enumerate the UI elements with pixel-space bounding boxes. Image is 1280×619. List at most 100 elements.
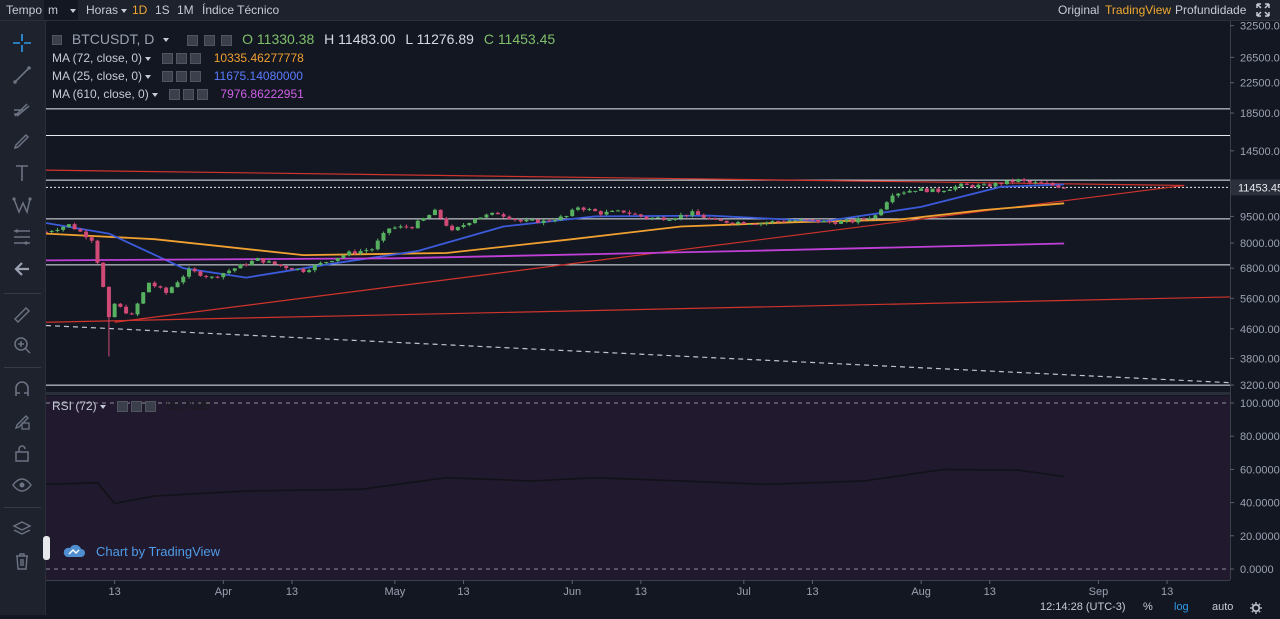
fib-icon[interactable] <box>8 223 36 251</box>
interval-1d-button[interactable]: 1D <box>132 0 147 20</box>
candle-body <box>919 188 924 191</box>
brush-icon[interactable] <box>8 127 36 155</box>
close-icon[interactable] <box>145 401 157 413</box>
eye-icon[interactable] <box>8 471 36 499</box>
settings-icon[interactable] <box>204 34 216 46</box>
price-axis-label: 9500.00 <box>1240 211 1280 223</box>
candle-body <box>169 287 174 293</box>
candle-body <box>318 262 323 266</box>
trash-icon[interactable] <box>8 547 36 575</box>
lock-icon[interactable] <box>8 439 36 467</box>
candle-body <box>581 207 586 210</box>
candle-body <box>1022 179 1027 181</box>
candle-body <box>307 270 312 273</box>
collapse-icon[interactable] <box>52 35 62 46</box>
pattern-icon[interactable] <box>8 191 36 219</box>
stay-in-drawing-icon[interactable] <box>8 407 36 435</box>
pane-resize-handle[interactable] <box>43 536 50 560</box>
magnet-icon[interactable] <box>8 375 36 403</box>
candle-body <box>993 182 998 187</box>
candle-body <box>181 276 186 283</box>
zoom-in-icon[interactable] <box>8 331 36 359</box>
ma72-legend[interactable]: MA (72, close, 0) 10335.46277778 <box>52 50 304 66</box>
view-original-button[interactable]: Original <box>1058 0 1099 20</box>
eye-toggle-icon[interactable] <box>187 34 199 46</box>
candle-body <box>358 250 363 254</box>
ruler-icon[interactable] <box>8 301 36 329</box>
price-axis-label: 3200.00 <box>1240 380 1280 392</box>
rsi-legend[interactable]: RSI (72) 55.7085 <box>52 398 210 414</box>
candle-body <box>987 184 992 187</box>
rsi-axis-label: 40.0000 <box>1240 498 1280 510</box>
candle-body <box>255 258 260 261</box>
candle-body <box>106 286 111 318</box>
auto-toggle[interactable]: auto <box>1212 600 1233 615</box>
interval-1m-button[interactable]: 1M <box>177 0 194 20</box>
trend-line-icon[interactable] <box>8 61 36 89</box>
price-axis-label: 26500.00 <box>1240 52 1280 64</box>
crosshair-icon[interactable] <box>8 29 36 57</box>
candle-body <box>112 303 117 318</box>
candle-body <box>1039 182 1044 184</box>
eye-toggle-icon[interactable] <box>162 53 174 65</box>
close-icon[interactable] <box>197 89 209 101</box>
interval-dropdown[interactable]: m <box>44 0 78 20</box>
candle-body <box>244 264 249 266</box>
candle-body <box>381 232 386 241</box>
candle-body <box>564 216 569 218</box>
bottom-bar: 12:14:28 (UTC-3) % log auto <box>1030 600 1280 615</box>
candle-body <box>89 237 94 241</box>
candle-body <box>146 282 151 293</box>
settings-icon[interactable] <box>176 71 188 83</box>
chevron-down-icon[interactable] <box>163 38 170 43</box>
fullscreen-icon[interactable] <box>1256 0 1272 20</box>
candle-body <box>781 221 786 223</box>
candle-body <box>238 264 243 269</box>
candle-body <box>942 190 947 192</box>
candle-body <box>61 226 66 230</box>
hours-dropdown[interactable]: Horas <box>86 0 128 20</box>
candle-body <box>72 224 77 230</box>
indicators-button[interactable]: Índice Técnico <box>202 0 279 20</box>
price-chart[interactable]: 32500.00 26500.00 22500.00 18500.00 14500.00… <box>46 21 1280 615</box>
ma610-legend[interactable]: MA (610, close, 0) 7976.86222951 <box>52 86 304 102</box>
ma25-legend[interactable]: MA (25, close, 0) 11675.14080000 <box>52 68 303 84</box>
chevron-down-icon[interactable] <box>145 56 152 61</box>
candle-body <box>467 222 472 226</box>
view-tradingview-button[interactable]: TradingView <box>1105 0 1171 20</box>
settings-icon[interactable] <box>183 89 195 101</box>
eye-toggle-icon[interactable] <box>169 89 181 101</box>
chevron-down-icon[interactable] <box>151 92 158 97</box>
chevron-down-icon[interactable] <box>99 404 106 409</box>
percent-toggle[interactable]: % <box>1143 600 1153 615</box>
log-toggle[interactable]: log <box>1174 600 1189 615</box>
candle-body <box>129 313 134 315</box>
candle-body <box>495 212 500 215</box>
candle-body <box>804 219 809 221</box>
candle-body <box>999 182 1004 185</box>
candle-body <box>347 251 352 256</box>
settings-icon[interactable] <box>176 53 188 65</box>
candle-body <box>518 219 523 222</box>
close-icon[interactable] <box>190 71 202 83</box>
cloud-logo-icon <box>63 544 85 557</box>
eye-toggle-icon[interactable] <box>162 71 174 83</box>
layers-icon[interactable] <box>8 515 36 543</box>
candle-body <box>936 188 941 192</box>
candle-body <box>278 264 283 267</box>
eye-toggle-icon[interactable] <box>117 401 129 413</box>
candle-body <box>484 214 489 218</box>
candle-body <box>867 218 872 220</box>
arrow-left-icon[interactable] <box>8 255 36 283</box>
settings-icon[interactable] <box>131 401 143 413</box>
settings-gear-icon[interactable] <box>1250 600 1262 619</box>
close-icon[interactable] <box>221 34 233 46</box>
chevron-down-icon[interactable] <box>145 74 152 79</box>
close-icon[interactable] <box>190 53 202 65</box>
interval-1s-button[interactable]: 1S <box>155 0 170 20</box>
candle-body <box>593 209 598 212</box>
tradingview-watermark[interactable]: Chart by TradingView <box>62 543 220 559</box>
pitchfork-icon[interactable] <box>8 95 36 123</box>
text-icon[interactable] <box>8 159 36 187</box>
view-depth-button[interactable]: Profundidade <box>1175 0 1246 20</box>
